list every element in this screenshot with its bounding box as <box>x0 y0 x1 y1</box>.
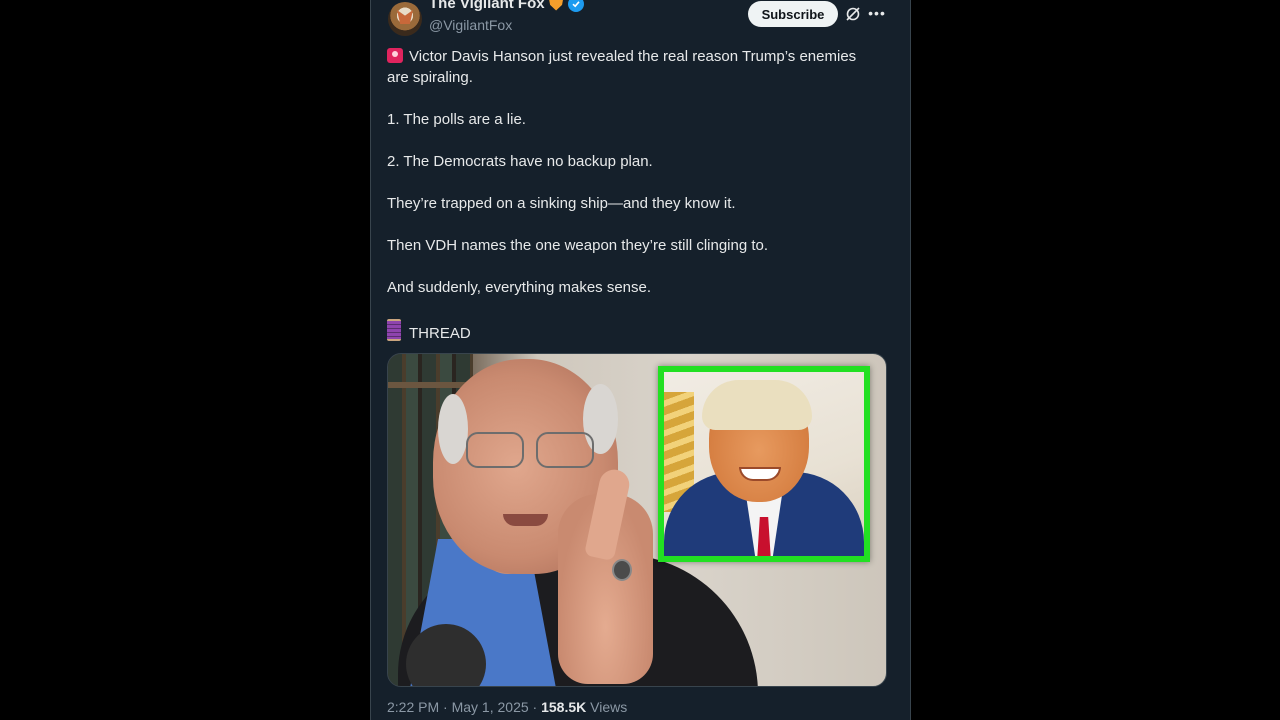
tweet-line-3: 2. The Democrats have no backup plan. <box>387 153 653 170</box>
speaker-hair-left <box>438 394 468 464</box>
speaker-mouth <box>503 514 548 526</box>
verified-badge-icon[interactable] <box>567 0 584 12</box>
thread-icon <box>387 319 401 341</box>
meta-separator: · <box>443 699 448 715</box>
inset-hair <box>702 380 812 430</box>
grok-icon[interactable] <box>844 5 862 23</box>
subscribe-button[interactable]: Subscribe <box>748 1 838 27</box>
views-count[interactable]: 158.5K <box>541 699 586 715</box>
tweet-line-thread: THREAD <box>387 319 877 344</box>
author-handle[interactable]: @VigilantFox <box>429 17 512 33</box>
author-name-row[interactable]: The Vigilant Fox <box>429 0 584 12</box>
ring <box>612 559 632 581</box>
views-label: Views <box>590 699 628 715</box>
avatar[interactable] <box>388 2 422 36</box>
tweet-time[interactable]: 2:22 PM <box>387 699 439 715</box>
inset-portrait <box>658 366 870 562</box>
tweet-card: The Vigilant Fox @VigilantFox Subscribe … <box>370 0 911 720</box>
meta-separator: · <box>532 699 538 715</box>
tweet-line-6: And suddenly, everything makes sense. <box>387 279 652 296</box>
siren-icon <box>387 48 403 63</box>
tweet-line-1: Victor Davis Hanson just revealed the re… <box>387 48 857 86</box>
tweet-text: Victor Davis Hanson just revealed the re… <box>387 46 877 365</box>
tweet-media-image[interactable] <box>387 353 887 687</box>
tweet-line-4: They’re trapped on a sinking ship—and th… <box>387 195 736 212</box>
more-icon[interactable]: ••• <box>868 4 886 22</box>
author-display-name[interactable]: The Vigilant Fox <box>429 0 545 12</box>
tweet-metadata: 2:22 PM · May 1, 2025 · 158.5K Views <box>387 699 627 715</box>
fox-emoji-icon <box>548 0 564 11</box>
tweet-date[interactable]: May 1, 2025 <box>452 699 529 715</box>
speaker-glasses <box>466 432 606 472</box>
tweet-line-2: 1. The polls are a lie. <box>387 111 526 128</box>
video-frame: The Vigilant Fox @VigilantFox Subscribe … <box>0 0 1280 720</box>
tweet-line-5: Then VDH names the one weapon they’re st… <box>387 237 769 254</box>
